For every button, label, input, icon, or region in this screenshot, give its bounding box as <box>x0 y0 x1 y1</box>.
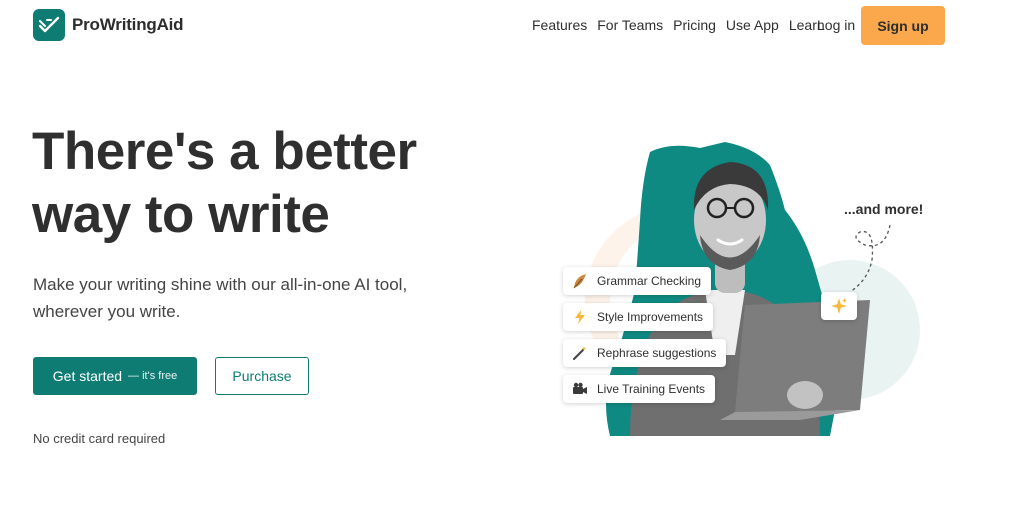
feather-icon <box>571 272 589 290</box>
feature-label: Grammar Checking <box>597 274 702 288</box>
logo-link[interactable]: ProWritingAid <box>33 9 184 41</box>
hero-subtitle: Make your writing shine with our all-in-… <box>33 275 408 321</box>
person-with-laptop-illustration <box>585 142 920 436</box>
video-camera-icon <box>571 380 589 398</box>
hero-headline: There's a better way to write <box>32 122 417 244</box>
feature-label: Rephrase suggestions <box>597 346 717 360</box>
nav-link-use-app[interactable]: Use App <box>726 17 779 33</box>
feature-chip-rephrase-suggestions: Rephrase suggestions <box>563 339 727 367</box>
get-started-button[interactable]: Get started — it's free <box>33 357 197 395</box>
feature-label: Style Improvements <box>597 310 704 324</box>
login-link[interactable]: Log in <box>817 17 855 33</box>
feature-chip-style-improvements: Style Improvements <box>563 303 714 331</box>
get-started-label: Get started <box>52 368 123 384</box>
feature-chip-grammar-checking: Grammar Checking <box>563 267 712 295</box>
get-started-suffix: — it's free <box>128 370 178 382</box>
top-navigation: ProWritingAid Features For Teams Pricing… <box>0 0 1024 52</box>
prowritingaid-logo-icon <box>33 9 65 41</box>
sparkle-icon <box>831 298 847 314</box>
nav-link-features[interactable]: Features <box>532 17 587 33</box>
magic-wand-icon <box>571 344 589 362</box>
signup-button[interactable]: Sign up <box>861 6 945 45</box>
brand-name: ProWritingAid <box>72 15 184 34</box>
nav-link-pricing[interactable]: Pricing <box>673 17 716 33</box>
and-more-label: ...and more! <box>844 201 924 217</box>
nav-link-for-teams[interactable]: For Teams <box>597 17 663 33</box>
feature-chip-live-training-events: Live Training Events <box>563 375 716 403</box>
purchase-button[interactable]: Purchase <box>215 357 309 395</box>
lightning-icon <box>571 308 589 326</box>
sparkle-badge <box>821 292 857 320</box>
feature-label: Live Training Events <box>597 382 706 396</box>
no-credit-card-note: No credit card required <box>33 431 166 446</box>
nav-links: Features For Teams Pricing Use App Learn <box>532 17 825 33</box>
hero-illustration: ...and more! Grammar Checking Style Impr… <box>560 140 940 450</box>
